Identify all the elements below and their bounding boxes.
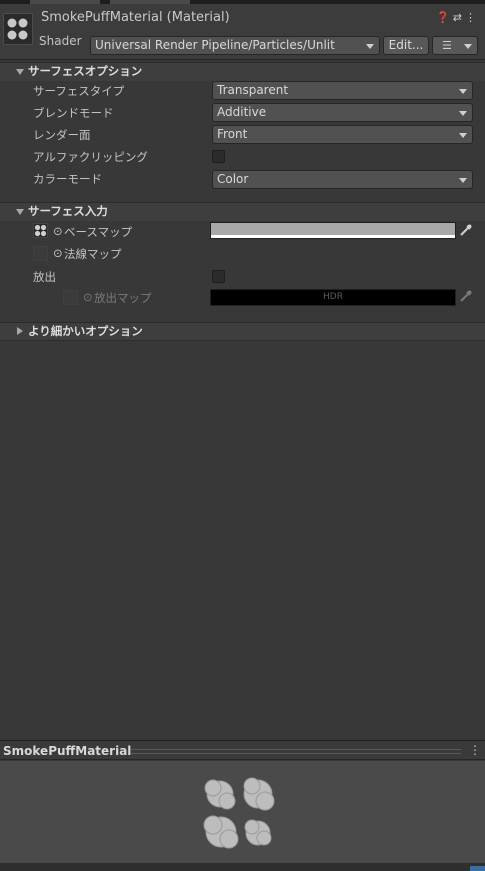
kebab-menu-icon[interactable]: ⋮ bbox=[465, 11, 479, 24]
header-icons: ❓⇄⋮ bbox=[436, 11, 479, 24]
emission-label: 放出 bbox=[33, 270, 56, 284]
section-surface-inputs[interactable]: サーフェス入力 bbox=[0, 202, 485, 221]
chevron-down-icon bbox=[459, 178, 467, 183]
shader-label: Shader bbox=[39, 34, 82, 48]
blend-mode-dropdown[interactable]: Additive bbox=[212, 103, 473, 122]
surface-type-dropdown[interactable]: Transparent bbox=[212, 81, 473, 100]
inspector-header: SmokePuffMaterial (Material) ❓⇄⋮ Shader … bbox=[0, 4, 485, 60]
eyedropper-icon[interactable] bbox=[458, 223, 473, 238]
render-face-dropdown[interactable]: Front bbox=[212, 125, 473, 144]
base-map-label: ベースマップ bbox=[64, 225, 133, 239]
preview-resize-grip[interactable] bbox=[131, 749, 461, 754]
chevron-down-icon bbox=[459, 111, 467, 116]
chevron-down-icon bbox=[459, 89, 467, 94]
section-title: サーフェス入力 bbox=[28, 204, 108, 218]
help-icon[interactable]: ❓ bbox=[436, 11, 453, 24]
emission-color-field[interactable]: HDR bbox=[210, 289, 456, 306]
preview-title: SmokePuffMaterial bbox=[3, 744, 132, 758]
shader-value: Universal Render Pipeline/Particles/Unli… bbox=[95, 38, 335, 52]
blend-mode-label: ブレンドモード bbox=[33, 106, 114, 120]
normal-map-label: 法線マップ bbox=[64, 247, 122, 261]
base-color-field[interactable] bbox=[210, 222, 456, 239]
section-title: サーフェスオプション bbox=[28, 64, 143, 78]
normal-map-texture-slot[interactable] bbox=[33, 246, 48, 261]
material-thumbnail-icon bbox=[3, 13, 33, 45]
divider bbox=[0, 340, 485, 341]
section-advanced-options[interactable]: より細かいオプション bbox=[0, 322, 485, 341]
section-surface-options[interactable]: サーフェスオプション bbox=[0, 62, 485, 81]
surface-type-label: サーフェスタイプ bbox=[33, 84, 125, 98]
foldout-open-icon bbox=[16, 69, 24, 75]
chevron-down-icon bbox=[366, 44, 374, 49]
color-mode-dropdown[interactable]: Color bbox=[212, 170, 473, 189]
eyedropper-icon[interactable] bbox=[458, 289, 473, 304]
alpha-clipping-label: アルファクリッピング bbox=[33, 150, 148, 164]
hdr-label: HDR bbox=[323, 292, 343, 302]
presets-icon[interactable]: ⇄ bbox=[453, 11, 465, 24]
section-title: より細かいオプション bbox=[28, 324, 143, 338]
render-face-label: レンダー面 bbox=[33, 128, 91, 142]
blend-mode-value: Additive bbox=[217, 105, 267, 119]
emission-map-texture-slot[interactable] bbox=[63, 290, 78, 305]
foldout-open-icon bbox=[16, 209, 24, 215]
object-picker-icon[interactable]: ⊙ bbox=[53, 224, 63, 238]
status-accent bbox=[470, 866, 485, 871]
alpha-clipping-checkbox[interactable] bbox=[212, 150, 225, 163]
color-mode-label: カラーモード bbox=[33, 172, 102, 186]
smoke-texture-icon bbox=[34, 224, 47, 237]
kebab-menu-icon[interactable]: ⋮ bbox=[469, 743, 481, 757]
material-title: SmokePuffMaterial (Material) bbox=[41, 10, 230, 25]
preview-header[interactable]: SmokePuffMaterial ⋮ bbox=[0, 740, 485, 760]
material-preview-area[interactable] bbox=[0, 761, 485, 863]
bottom-strip bbox=[0, 863, 485, 871]
edit-shader-button[interactable]: Edit... bbox=[383, 36, 429, 55]
shader-menu-button[interactable]: ☰ bbox=[432, 36, 478, 55]
list-icon: ☰ bbox=[442, 39, 452, 52]
shader-dropdown[interactable]: Universal Render Pipeline/Particles/Unli… bbox=[90, 36, 380, 55]
emission-checkbox[interactable] bbox=[212, 270, 225, 283]
base-map-texture-slot[interactable] bbox=[33, 223, 48, 238]
render-face-value: Front bbox=[217, 127, 248, 141]
chevron-down-icon bbox=[464, 44, 472, 49]
object-picker-icon[interactable]: ⊙ bbox=[83, 290, 93, 304]
chevron-down-icon bbox=[459, 133, 467, 138]
emission-map-label: 放出マップ bbox=[94, 291, 152, 305]
foldout-closed-icon bbox=[17, 327, 23, 335]
object-picker-icon[interactable]: ⊙ bbox=[53, 246, 63, 260]
smoke-puff-preview-image bbox=[203, 777, 275, 849]
color-mode-value: Color bbox=[217, 172, 249, 186]
surface-type-value: Transparent bbox=[217, 83, 289, 97]
